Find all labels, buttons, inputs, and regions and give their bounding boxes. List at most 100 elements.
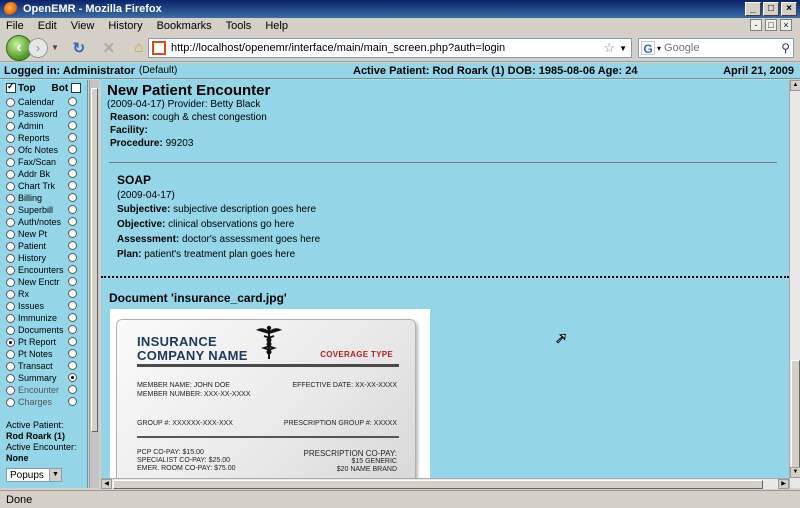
bot-radio[interactable] xyxy=(68,121,77,130)
bot-radio[interactable] xyxy=(68,361,77,370)
google-icon[interactable]: G xyxy=(641,41,655,56)
scroll-down-icon[interactable]: ▼ xyxy=(790,467,800,478)
bot-radio[interactable] xyxy=(68,133,77,142)
bot-checkbox[interactable] xyxy=(71,83,81,94)
scroll-left-icon[interactable]: ◀ xyxy=(101,479,112,489)
stop-icon[interactable]: ✕ xyxy=(99,38,119,58)
minimize-button[interactable]: _ xyxy=(745,2,761,16)
sidebar-item-issues[interactable]: Issues xyxy=(6,300,87,312)
maximize-button[interactable]: □ xyxy=(763,2,779,16)
bot-radio[interactable] xyxy=(68,313,77,322)
sidebar-item-documents[interactable]: Documents xyxy=(6,324,87,336)
url-input[interactable] xyxy=(171,42,604,54)
top-radio[interactable] xyxy=(6,361,15,371)
bot-radio[interactable] xyxy=(68,97,77,106)
sidebar-item-rx[interactable]: Rx xyxy=(6,288,87,300)
menu-bookmarks[interactable]: Bookmarks xyxy=(157,20,212,32)
top-radio[interactable] xyxy=(6,349,15,359)
bot-radio[interactable] xyxy=(68,241,77,250)
sidebar-item-patient[interactable]: Patient xyxy=(6,240,87,252)
top-radio[interactable] xyxy=(6,385,15,395)
top-radio[interactable] xyxy=(6,145,15,155)
bot-radio[interactable] xyxy=(68,277,77,286)
main-horizontal-scrollbar[interactable]: ◀ ▶ xyxy=(101,478,789,489)
sidebar-item-addr-bk[interactable]: Addr Bk xyxy=(6,168,87,180)
bot-radio[interactable] xyxy=(68,217,77,226)
bot-radio[interactable] xyxy=(68,301,77,310)
menu-close-icon[interactable]: × xyxy=(780,19,792,31)
bookmark-star-icon[interactable]: ☆ xyxy=(603,40,615,56)
bot-radio[interactable] xyxy=(68,337,77,346)
top-radio[interactable] xyxy=(6,265,15,275)
menu-help[interactable]: Help xyxy=(265,20,288,32)
search-bar[interactable]: G ▾ ⚲ xyxy=(638,38,794,58)
bot-radio[interactable] xyxy=(68,397,77,406)
top-radio[interactable] xyxy=(6,301,15,311)
search-engine-dropdown-icon[interactable]: ▾ xyxy=(657,44,661,53)
sidebar-item-summary[interactable]: Summary xyxy=(6,372,87,384)
top-radio[interactable] xyxy=(6,253,15,263)
search-icon[interactable]: ⚲ xyxy=(781,41,790,55)
menu-edit[interactable]: Edit xyxy=(38,20,57,32)
bot-radio[interactable] xyxy=(68,265,77,274)
main-vertical-scrollbar[interactable]: ▲ ▼ xyxy=(789,80,800,488)
top-radio[interactable] xyxy=(6,217,15,227)
top-radio[interactable] xyxy=(6,325,15,335)
home-icon[interactable]: ⌂ xyxy=(129,38,149,58)
bot-radio[interactable] xyxy=(68,289,77,298)
top-radio[interactable] xyxy=(6,133,15,143)
bot-radio[interactable] xyxy=(68,253,77,262)
bot-radio[interactable] xyxy=(68,181,77,190)
top-radio[interactable] xyxy=(6,337,15,347)
sidebar-item-transact[interactable]: Transact xyxy=(6,360,87,372)
popups-select[interactable]: Popups ▼ xyxy=(6,468,62,482)
scroll-up-icon[interactable]: ▲ xyxy=(790,80,800,91)
main-vertical-scrollbar-thumb[interactable] xyxy=(791,360,800,472)
sidebar-item-new-pt[interactable]: New Pt xyxy=(6,228,87,240)
top-radio[interactable] xyxy=(6,157,15,167)
bot-radio[interactable] xyxy=(68,205,77,214)
sidebar-item-calendar[interactable]: Calendar xyxy=(6,96,87,108)
top-radio[interactable] xyxy=(6,181,15,191)
left-scrollbar-thumb[interactable] xyxy=(91,88,98,432)
menu-view[interactable]: View xyxy=(71,20,95,32)
top-radio[interactable] xyxy=(6,97,15,107)
forward-button[interactable]: › xyxy=(28,37,48,58)
top-radio[interactable] xyxy=(6,205,15,215)
menu-history[interactable]: History xyxy=(108,20,142,32)
sidebar-item-pt-notes[interactable]: Pt Notes xyxy=(6,348,87,360)
sidebar-item-superbill[interactable]: Superbill xyxy=(6,204,87,216)
top-checkbox[interactable] xyxy=(6,81,16,94)
menu-tools[interactable]: Tools xyxy=(226,20,252,32)
left-scrollbar[interactable] xyxy=(89,80,99,488)
sidebar-item-fax-scan[interactable]: Fax/Scan xyxy=(6,156,87,168)
history-dropdown-icon[interactable]: ▼ xyxy=(51,43,59,52)
sidebar-item-billing[interactable]: Billing xyxy=(6,192,87,204)
main-horizontal-scrollbar-thumb[interactable] xyxy=(113,480,763,489)
top-radio[interactable] xyxy=(6,109,15,119)
sidebar-item-pt-report[interactable]: Pt Report xyxy=(6,336,87,348)
sidebar-item-new-enctr[interactable]: New Enctr xyxy=(6,276,87,288)
reload-icon[interactable]: ↻ xyxy=(69,38,89,58)
sidebar-item-history[interactable]: History xyxy=(6,252,87,264)
sidebar-item-charges[interactable]: Charges xyxy=(6,396,87,408)
top-radio[interactable] xyxy=(6,373,15,383)
bot-radio[interactable] xyxy=(68,193,77,202)
url-bar[interactable]: ☆ ▼ xyxy=(148,38,632,58)
top-radio[interactable] xyxy=(6,397,15,407)
bot-radio[interactable] xyxy=(68,229,77,238)
bot-radio[interactable] xyxy=(68,145,77,154)
close-button[interactable]: × xyxy=(781,2,797,16)
sidebar-item-admin[interactable]: Admin xyxy=(6,120,87,132)
sidebar-item-chart-trk[interactable]: Chart Trk xyxy=(6,180,87,192)
sidebar-item-encounter[interactable]: Encounter xyxy=(6,384,87,396)
menu-restore-icon[interactable]: □ xyxy=(765,19,777,31)
bot-radio[interactable] xyxy=(68,325,77,334)
top-radio[interactable] xyxy=(6,121,15,131)
top-radio[interactable] xyxy=(6,193,15,203)
scroll-right-icon[interactable]: ▶ xyxy=(778,479,789,489)
top-radio[interactable] xyxy=(6,229,15,239)
sidebar-item-password[interactable]: Password xyxy=(6,108,87,120)
bot-radio[interactable] xyxy=(68,169,77,178)
bot-radio[interactable] xyxy=(68,373,77,382)
